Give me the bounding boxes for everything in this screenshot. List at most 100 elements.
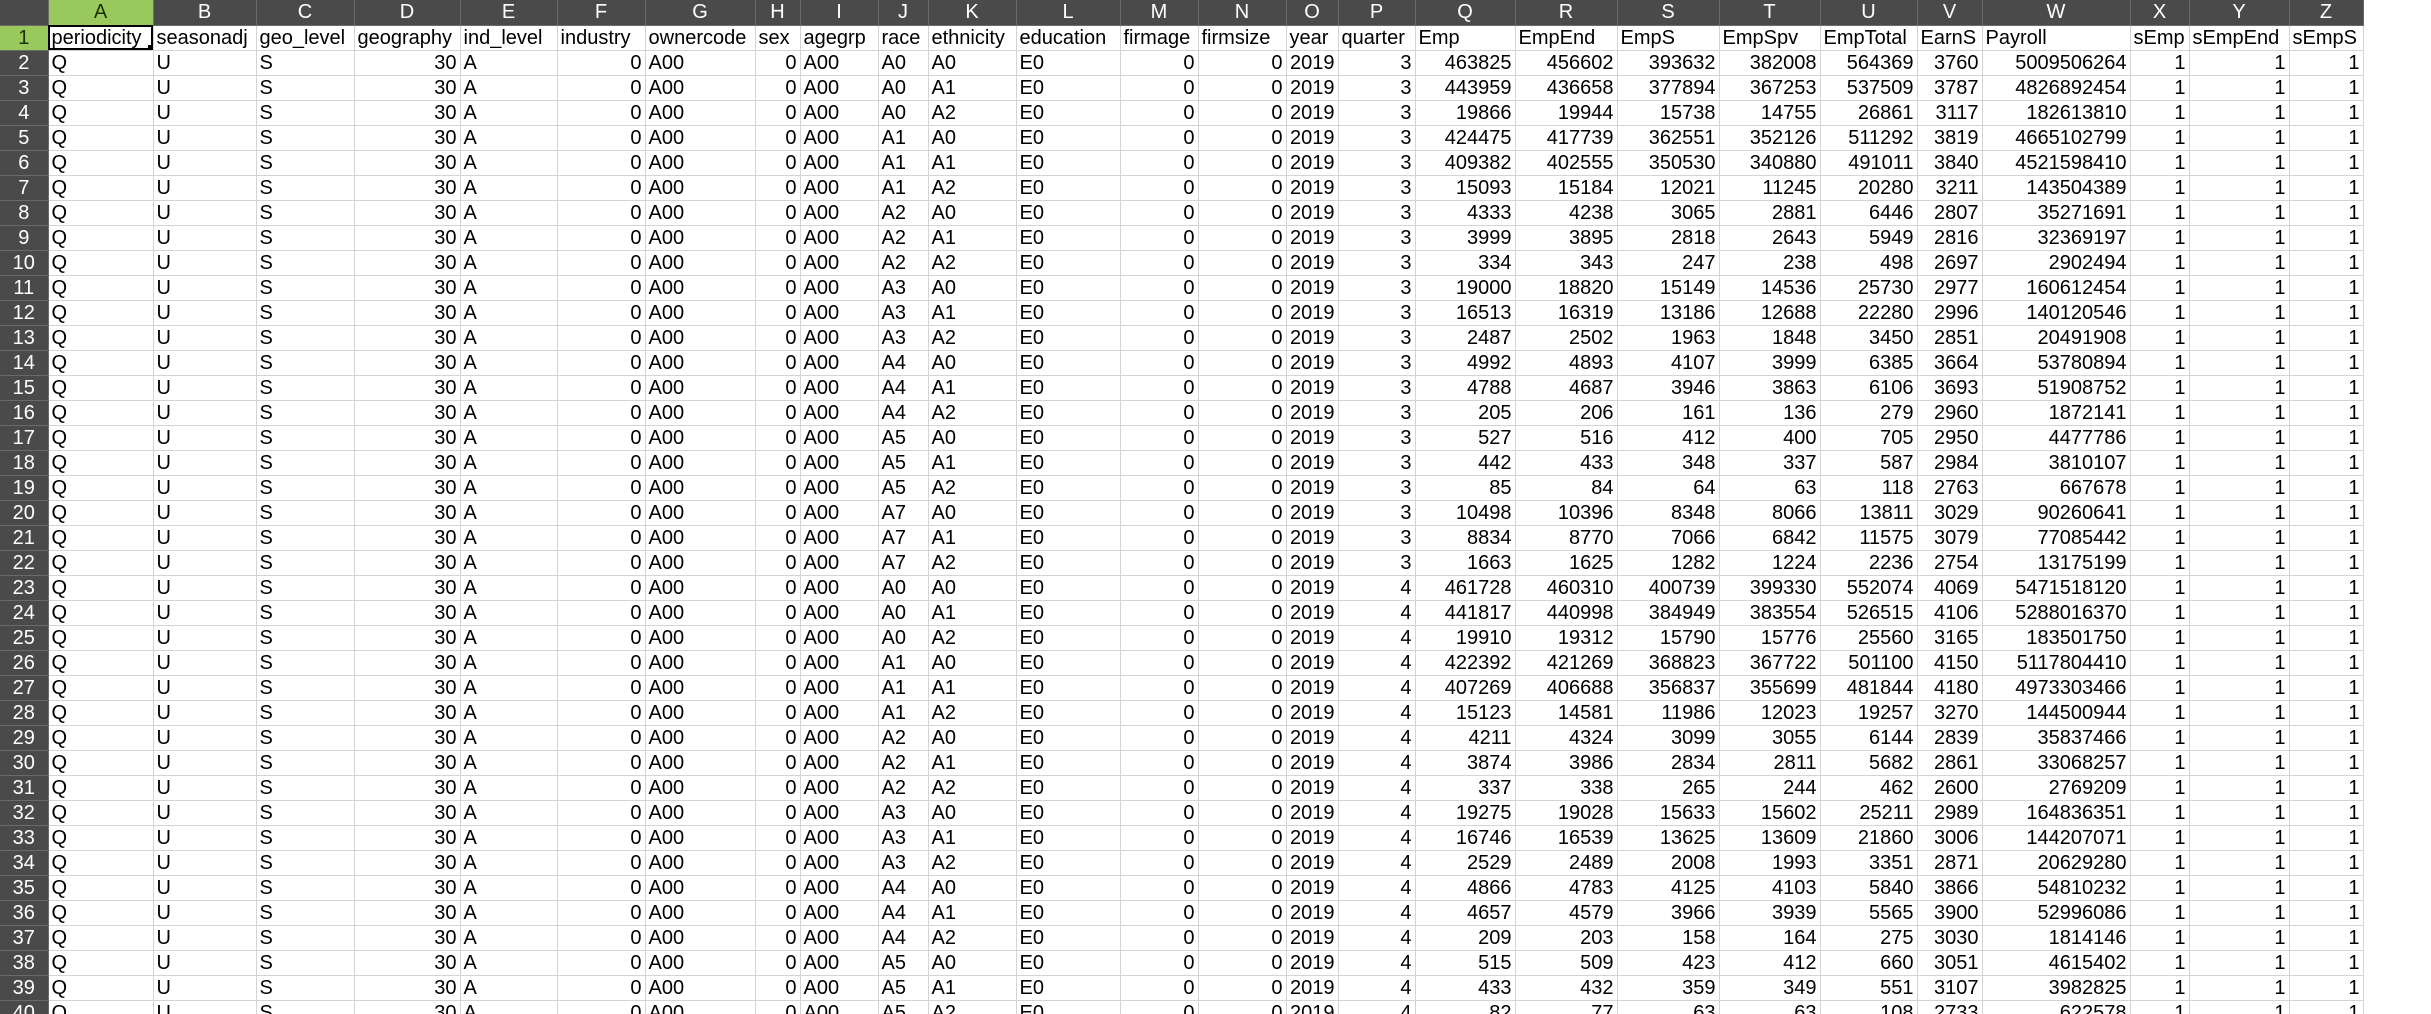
data-cell[interactable]: 2019 <box>1286 600 1339 626</box>
data-cell[interactable]: 1625 <box>1515 550 1618 576</box>
data-cell[interactable]: A00 <box>645 650 756 676</box>
header-cell[interactable]: firmsize <box>1198 25 1287 51</box>
data-cell[interactable]: 0 <box>1120 725 1199 751</box>
data-cell[interactable]: S <box>256 250 355 276</box>
data-cell[interactable]: A00 <box>800 75 879 101</box>
data-cell[interactable]: 0 <box>1120 825 1199 851</box>
header-cell[interactable]: sEmpS <box>2289 25 2364 51</box>
data-cell[interactable]: A1 <box>928 975 1017 1001</box>
data-cell[interactable]: Q <box>48 925 154 951</box>
data-cell[interactable]: 2733 <box>1917 1000 1983 1014</box>
row-header[interactable]: 10 <box>0 250 49 276</box>
header-cell[interactable]: Payroll <box>1982 25 2131 51</box>
data-cell[interactable]: S <box>256 100 355 126</box>
data-cell[interactable]: 30 <box>354 850 461 876</box>
data-cell[interactable]: A00 <box>645 700 756 726</box>
data-cell[interactable]: 0 <box>557 600 646 626</box>
data-cell[interactable]: 2807 <box>1917 200 1983 226</box>
data-cell[interactable]: 0 <box>1198 775 1287 801</box>
data-cell[interactable]: 3351 <box>1820 850 1918 876</box>
data-cell[interactable]: A00 <box>800 750 879 776</box>
data-cell[interactable]: 1 <box>2130 325 2190 351</box>
data-cell[interactable]: 0 <box>755 225 801 251</box>
data-cell[interactable]: 384949 <box>1617 600 1720 626</box>
data-cell[interactable]: 3 <box>1338 150 1416 176</box>
data-cell[interactable]: 456602 <box>1515 50 1618 76</box>
column-header-d[interactable]: D <box>354 0 461 26</box>
data-cell[interactable]: 0 <box>755 450 801 476</box>
data-cell[interactable]: 14536 <box>1719 275 1821 301</box>
data-cell[interactable]: 337 <box>1719 450 1821 476</box>
data-cell[interactable]: 350530 <box>1617 150 1720 176</box>
data-cell[interactable]: A00 <box>800 800 879 826</box>
data-cell[interactable]: 0 <box>755 325 801 351</box>
data-cell[interactable]: A1 <box>878 150 929 176</box>
data-cell[interactable]: 0 <box>1198 550 1287 576</box>
data-cell[interactable]: 1 <box>2130 475 2190 501</box>
data-cell[interactable]: A0 <box>928 725 1017 751</box>
data-cell[interactable]: 3 <box>1338 550 1416 576</box>
data-cell[interactable]: Q <box>48 150 154 176</box>
data-cell[interactable]: Q <box>48 725 154 751</box>
data-cell[interactable]: 0 <box>557 100 646 126</box>
data-cell[interactable]: 3760 <box>1917 50 1983 76</box>
data-cell[interactable]: 2818 <box>1617 225 1720 251</box>
data-cell[interactable]: A00 <box>645 425 756 451</box>
row-header[interactable]: 29 <box>0 725 49 751</box>
data-cell[interactable]: 30 <box>354 775 461 801</box>
data-cell[interactable]: 14581 <box>1515 700 1618 726</box>
column-header-v[interactable]: V <box>1917 0 1983 26</box>
data-cell[interactable]: 10498 <box>1415 500 1516 526</box>
data-cell[interactable]: 30 <box>354 700 461 726</box>
data-cell[interactable]: 0 <box>755 125 801 151</box>
data-cell[interactable]: 3117 <box>1917 100 1983 126</box>
data-cell[interactable]: Q <box>48 525 154 551</box>
data-cell[interactable]: A <box>460 350 558 376</box>
data-cell[interactable]: 1 <box>2289 325 2364 351</box>
data-cell[interactable]: 13811 <box>1820 500 1918 526</box>
data-cell[interactable]: A1 <box>928 600 1017 626</box>
column-header-e[interactable]: E <box>460 0 558 26</box>
data-cell[interactable]: 1 <box>2189 150 2290 176</box>
data-cell[interactable]: 13625 <box>1617 825 1720 851</box>
data-cell[interactable]: 2529 <box>1415 850 1516 876</box>
data-cell[interactable]: 348 <box>1617 450 1720 476</box>
data-cell[interactable]: A <box>460 500 558 526</box>
data-cell[interactable]: 0 <box>1198 700 1287 726</box>
data-cell[interactable]: A1 <box>928 825 1017 851</box>
data-cell[interactable]: S <box>256 675 355 701</box>
data-cell[interactable]: 19944 <box>1515 100 1618 126</box>
data-cell[interactable]: 0 <box>557 975 646 1001</box>
data-cell[interactable]: A <box>460 675 558 701</box>
data-cell[interactable]: 8066 <box>1719 500 1821 526</box>
data-cell[interactable]: A3 <box>878 325 929 351</box>
data-cell[interactable]: A0 <box>928 425 1017 451</box>
data-cell[interactable]: 2008 <box>1617 850 1720 876</box>
header-cell[interactable]: periodicity <box>48 25 154 51</box>
data-cell[interactable]: 18820 <box>1515 275 1618 301</box>
data-cell[interactable]: 90260641 <box>1982 500 2131 526</box>
data-cell[interactable]: A <box>460 700 558 726</box>
data-cell[interactable]: 30 <box>354 200 461 226</box>
data-cell[interactable]: A <box>460 275 558 301</box>
data-cell[interactable]: 1 <box>2289 700 2364 726</box>
data-cell[interactable]: A00 <box>645 525 756 551</box>
data-cell[interactable]: U <box>153 875 257 901</box>
data-cell[interactable]: Q <box>48 50 154 76</box>
data-cell[interactable]: A <box>460 625 558 651</box>
data-cell[interactable]: 5009506264 <box>1982 50 2131 76</box>
data-cell[interactable]: 551 <box>1820 975 1918 1001</box>
data-cell[interactable]: 2019 <box>1286 50 1339 76</box>
data-cell[interactable]: 0 <box>1198 50 1287 76</box>
header-cell[interactable]: EmpS <box>1617 25 1720 51</box>
data-cell[interactable]: 1 <box>2289 550 2364 576</box>
data-cell[interactable]: 1 <box>2289 225 2364 251</box>
data-cell[interactable]: 1 <box>2130 650 2190 676</box>
data-cell[interactable]: 0 <box>1198 450 1287 476</box>
data-cell[interactable]: 1 <box>2189 225 2290 251</box>
data-cell[interactable]: A2 <box>928 400 1017 426</box>
column-header-q[interactable]: Q <box>1415 0 1516 26</box>
data-cell[interactable]: 3 <box>1338 375 1416 401</box>
data-cell[interactable]: 0 <box>557 525 646 551</box>
data-cell[interactable]: S <box>256 975 355 1001</box>
